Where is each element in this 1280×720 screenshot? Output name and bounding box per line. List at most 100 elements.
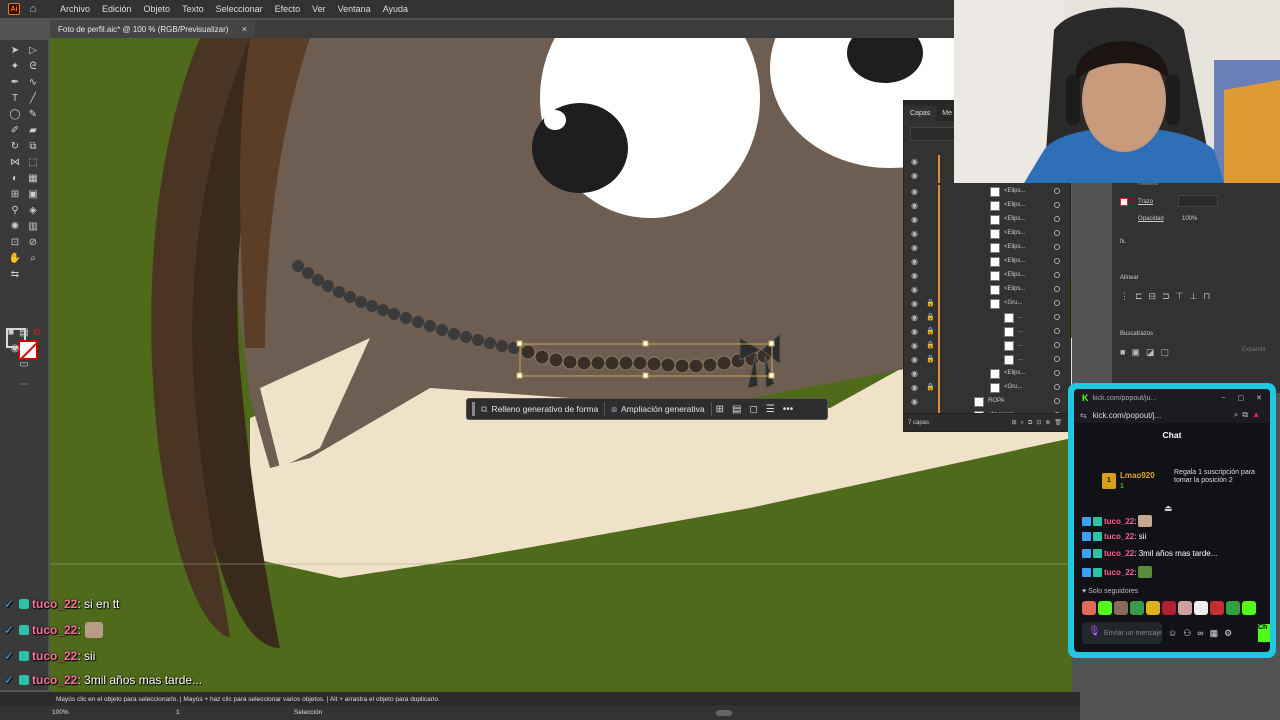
menu-ventana[interactable]: Ventana bbox=[332, 4, 377, 14]
width-tool-icon[interactable]: ⋈ bbox=[8, 156, 22, 170]
layer-target-icon[interactable] bbox=[1054, 300, 1060, 306]
perspective-grid-tool-icon[interactable]: ▦ bbox=[26, 172, 40, 186]
column-graph-tool-icon[interactable]: ▥ bbox=[26, 220, 40, 234]
ellipse-tool-icon[interactable]: ◯ bbox=[8, 108, 22, 122]
menu-edicion[interactable]: Edición bbox=[96, 4, 138, 14]
emote-icon[interactable] bbox=[1226, 601, 1240, 615]
menu-ver[interactable]: Ver bbox=[306, 4, 332, 14]
direct-selection-tool-icon[interactable]: ▷ bbox=[26, 44, 40, 58]
status-mode[interactable]: Selección bbox=[294, 709, 322, 716]
stroke-weight-input[interactable] bbox=[1178, 195, 1218, 207]
visibility-eye-icon[interactable]: ◉ bbox=[911, 313, 918, 322]
more-options-icon[interactable]: ••• bbox=[779, 404, 798, 415]
eraser-tool-icon[interactable]: ▰ bbox=[26, 124, 40, 138]
opacity-label[interactable]: Opacidad bbox=[1138, 216, 1164, 222]
horizontal-scrollbar[interactable] bbox=[716, 710, 732, 716]
generative-shape-fill-button[interactable]: ⧉ Relleno generativo de forma bbox=[475, 399, 604, 419]
layer-row[interactable]: ◉ <Elips... bbox=[904, 199, 1072, 213]
recolor-icon[interactable]: ⊞ bbox=[712, 404, 728, 415]
chat-action-icons[interactable]: ☺⚇∞▦⚙ bbox=[1168, 628, 1238, 639]
magic-wand-tool-icon[interactable]: ✦ bbox=[8, 60, 22, 74]
zoom-tool-icon[interactable]: ⌕ bbox=[26, 252, 40, 266]
expand-button[interactable]: Expandir bbox=[1242, 347, 1266, 353]
curvature-tool-icon[interactable]: ∿ bbox=[26, 76, 40, 90]
layer-target-icon[interactable] bbox=[1054, 384, 1060, 390]
artboard-number[interactable]: 1 bbox=[176, 709, 180, 716]
screen-mode-icon[interactable]: ▭ bbox=[17, 358, 31, 372]
paintbrush-tool-icon[interactable]: ✎ bbox=[26, 108, 40, 122]
layer-row[interactable]: ◉ <Elips... bbox=[904, 367, 1072, 381]
slice-tool-icon[interactable]: ⊘ bbox=[26, 236, 40, 250]
emote-icon[interactable] bbox=[1114, 601, 1128, 615]
visibility-eye-icon[interactable]: ◉ bbox=[911, 341, 918, 350]
visibility-eye-icon[interactable]: ◉ bbox=[911, 201, 918, 210]
lock-icon[interactable]: 🔒 bbox=[926, 383, 935, 391]
pathfinder-buttons[interactable]: ■▣◪▢ bbox=[1120, 347, 1175, 358]
chat-username[interactable]: tuco_22 bbox=[1104, 549, 1134, 558]
opacity-value[interactable]: 100% bbox=[1182, 216, 1197, 222]
visibility-eye-icon[interactable]: ◉ bbox=[911, 257, 918, 266]
lock-icon[interactable]: 🔒 bbox=[926, 341, 935, 349]
visibility-eye-icon[interactable]: ◉ bbox=[911, 271, 918, 280]
lock-icon[interactable]: 🔒 bbox=[926, 355, 935, 363]
menu-ayuda[interactable]: Ayuda bbox=[377, 4, 414, 14]
emote-icon[interactable] bbox=[1162, 601, 1176, 615]
layer-target-icon[interactable] bbox=[1054, 286, 1060, 292]
emote-icon[interactable] bbox=[1082, 601, 1096, 615]
emote-icon[interactable] bbox=[1194, 601, 1208, 615]
close-icon[interactable]: ✕ bbox=[1256, 394, 1262, 402]
gradient-mode-icon[interactable]: ▤ bbox=[17, 326, 31, 340]
selection-tool-icon[interactable]: ➤ bbox=[8, 44, 22, 58]
layer-target-icon[interactable] bbox=[1054, 202, 1060, 208]
draw-mode-icon[interactable]: ◉ bbox=[8, 342, 22, 356]
visibility-eye-icon[interactable]: ◉ bbox=[911, 327, 918, 336]
layer-row[interactable]: ◉ 🔒... bbox=[904, 325, 1072, 339]
emote-icon[interactable] bbox=[1146, 601, 1160, 615]
document-tab[interactable]: Foto de perfil.aic* @ 100 % (RGB/Previsu… bbox=[50, 20, 255, 38]
type-tool-icon[interactable]: T bbox=[8, 92, 22, 106]
home-icon[interactable]: ⌂ bbox=[26, 2, 40, 16]
shape-builder-tool-icon[interactable]: ◐ bbox=[8, 172, 22, 186]
emote-icon[interactable] bbox=[1178, 601, 1192, 615]
swap-colors-icon[interactable]: ⇆ bbox=[8, 268, 22, 282]
layer-target-icon[interactable] bbox=[1054, 356, 1060, 362]
artboard-tool-icon[interactable]: ⊡ bbox=[8, 236, 22, 250]
layer-row[interactable]: ◉ <Elips... bbox=[904, 255, 1072, 269]
zoom-level[interactable]: 100% bbox=[52, 709, 69, 716]
visibility-eye-icon[interactable]: ◉ bbox=[911, 369, 918, 378]
menu-archivo[interactable]: Archivo bbox=[54, 4, 96, 14]
stroke-label[interactable]: Trazo bbox=[1138, 199, 1153, 205]
layer-row[interactable]: ◉ 🔒... bbox=[904, 311, 1072, 325]
browser-action-icons[interactable]: ⌕⧉▲ bbox=[1234, 410, 1264, 420]
layer-target-icon[interactable] bbox=[1054, 314, 1060, 320]
layer-target-icon[interactable] bbox=[1054, 216, 1060, 222]
layer-target-icon[interactable] bbox=[1054, 272, 1060, 278]
lock-icon[interactable]: 🔒 bbox=[926, 327, 935, 335]
layer-target-icon[interactable] bbox=[1054, 188, 1060, 194]
layer-row[interactable]: ◉ 🔒 <Gru... bbox=[904, 381, 1072, 395]
pen-tool-icon[interactable]: ✒ bbox=[8, 76, 22, 90]
stroke-swatch-icon[interactable] bbox=[1120, 198, 1128, 206]
mask-icon[interactable]: ◻ bbox=[745, 404, 761, 415]
layer-row[interactable]: ◉ <Elips... bbox=[904, 269, 1072, 283]
visibility-eye-icon[interactable]: ◉ bbox=[911, 299, 918, 308]
menu-seleccionar[interactable]: Seleccionar bbox=[210, 4, 269, 14]
emote-icon[interactable] bbox=[1242, 601, 1256, 615]
lock-icon[interactable]: 🔒 bbox=[926, 313, 935, 321]
gift-promo-text[interactable]: Regala 1 suscripción para tomar la posic… bbox=[1174, 469, 1264, 485]
none-mode-icon[interactable]: ⊘ bbox=[30, 326, 44, 340]
layer-row[interactable]: ◉ ROPA bbox=[904, 395, 1072, 409]
fx-icon[interactable]: fx. bbox=[1120, 239, 1126, 245]
site-settings-icon[interactable]: ⇆ bbox=[1080, 411, 1087, 420]
chat-username[interactable]: tuco_22 bbox=[1104, 532, 1134, 541]
menu-icon[interactable]: ☰ bbox=[762, 404, 779, 415]
color-mode-icon[interactable]: ■ bbox=[4, 326, 18, 340]
layer-row[interactable]: ◉ 🔒... bbox=[904, 339, 1072, 353]
symbol-sprayer-tool-icon[interactable]: ✺ bbox=[8, 220, 22, 234]
send-button[interactable]: Ch bbox=[1258, 624, 1270, 642]
minimize-icon[interactable]: – bbox=[1222, 394, 1226, 402]
gift-username[interactable]: Lmao920 bbox=[1120, 471, 1155, 480]
visibility-eye-icon[interactable]: ◉ bbox=[911, 229, 918, 238]
microphone-icon[interactable]: 🎙 bbox=[1088, 626, 1101, 637]
lock-icon[interactable]: 🔒 bbox=[926, 299, 935, 307]
